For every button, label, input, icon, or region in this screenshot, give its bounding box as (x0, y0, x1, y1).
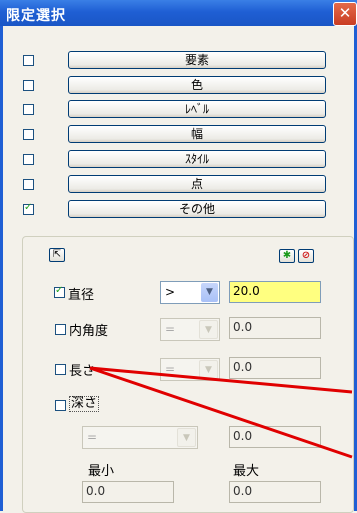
annotation-arrows (89, 366, 353, 459)
